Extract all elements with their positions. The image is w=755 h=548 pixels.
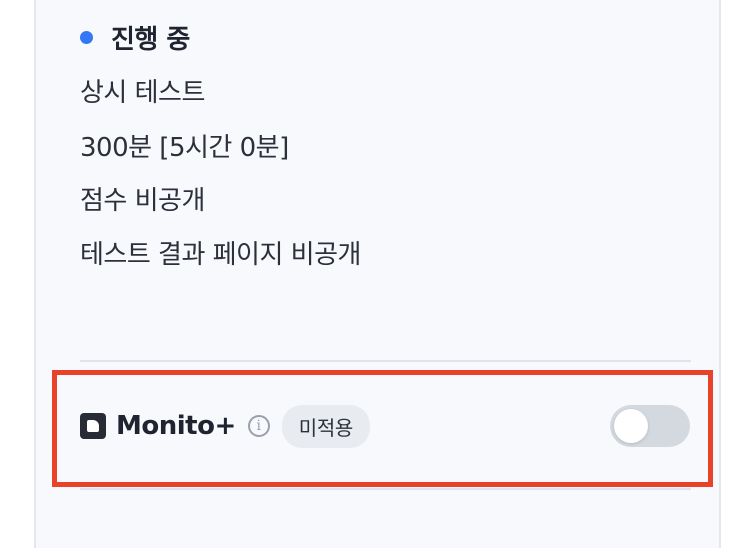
divider (80, 360, 691, 362)
detail-score-visibility: 점수 비공개 (80, 186, 205, 216)
highlight-box (52, 370, 713, 487)
detail-result-page-visibility: 테스트 결과 페이지 비공개 (80, 240, 361, 270)
status-row: 진행 중 (80, 20, 190, 55)
status-dot-icon (80, 30, 93, 44)
detail-duration: 300분 [5시간 0분] (80, 133, 289, 163)
test-info-panel: 진행 중 상시 테스트 300분 [5시간 0분] 점수 비공개 테스트 결과 … (34, 0, 721, 548)
detail-test-type: 상시 테스트 (80, 78, 205, 108)
divider (80, 488, 691, 490)
status-label: 진행 중 (111, 24, 190, 55)
